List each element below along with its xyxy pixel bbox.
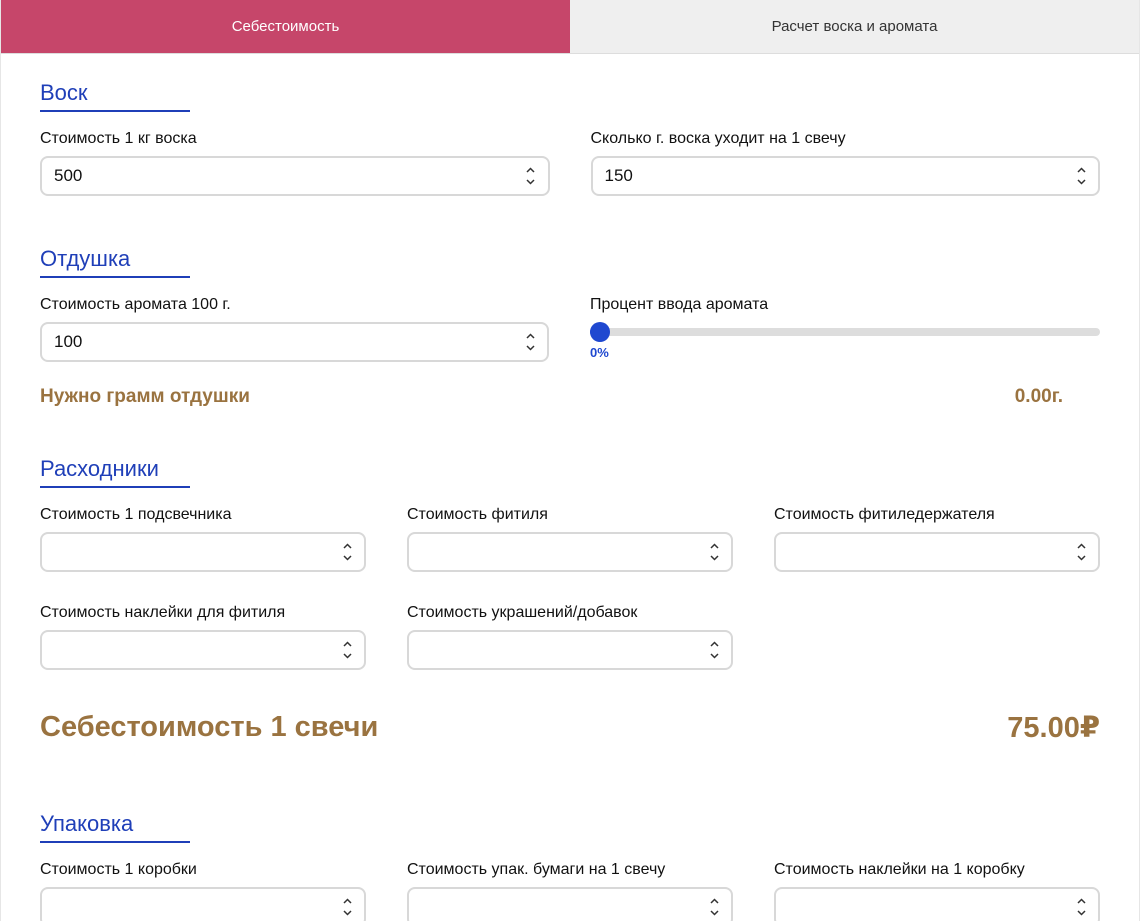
wick-holder-cost-field: Стоимость фитиледержателя xyxy=(774,506,1100,572)
slider-value-label: 0% xyxy=(590,345,609,360)
section-title-packaging: Упаковка xyxy=(40,811,190,843)
field-label: Сколько г. воска уходит на 1 свечу xyxy=(590,130,846,147)
wax-cost-field: Стоимость 1 кг воска 500 xyxy=(40,130,550,196)
result-value: 0.00г. xyxy=(1014,386,1063,407)
fragrance-percent-slider[interactable] xyxy=(590,322,1100,342)
result-value: 75.00₽ xyxy=(1007,712,1100,744)
packaging-section: Упаковка Стоимость 1 коробки Стоимость у… xyxy=(40,811,1100,921)
input-value: 500 xyxy=(54,166,83,185)
section-title-fragrance: Отдушка xyxy=(40,246,190,278)
input-value: 100 xyxy=(54,332,83,351)
consumables-row-2: Стоимость наклейки для фитиля Стоимость … xyxy=(40,604,1100,670)
fragrance-section: Отдушка Стоимость аромата 100 г. 100 Про… xyxy=(40,246,1100,408)
wax-cost-input[interactable]: 500 xyxy=(40,156,550,196)
slider-thumb[interactable] xyxy=(590,322,610,342)
chevron-up-down-icon[interactable] xyxy=(709,898,719,916)
wick-cost-field: Стоимость фитиля xyxy=(407,506,733,572)
wick-sticker-cost-input[interactable] xyxy=(40,630,366,670)
input-value: 150 xyxy=(604,166,633,185)
chevron-up-down-icon[interactable] xyxy=(1076,543,1086,561)
field-label: Стоимость 1 кг воска xyxy=(40,130,197,147)
tab-wax-fragrance-calc[interactable]: Расчет воска и аромата xyxy=(570,0,1139,53)
chevron-up-down-icon[interactable] xyxy=(1076,167,1086,185)
chevron-up-down-icon[interactable] xyxy=(342,641,352,659)
chevron-up-down-icon[interactable] xyxy=(526,167,536,185)
wick-holder-cost-input[interactable] xyxy=(774,532,1100,572)
field-label: Стоимость упак. бумаги на 1 свечу xyxy=(407,861,666,878)
wax-section: Воск Стоимость 1 кг воска 500 Сколько г.… xyxy=(40,80,1100,196)
decorations-cost-field: Стоимость украшений/добавок xyxy=(407,604,733,670)
result-label: Себестоимость 1 свечи xyxy=(40,711,379,743)
fragrance-grams-result: Нужно грамм отдушки 0.00г. xyxy=(40,386,1100,408)
chevron-up-down-icon[interactable] xyxy=(342,543,352,561)
section-title-consumables: Расходники xyxy=(40,456,190,488)
candle-cost-result: Себестоимость 1 свечи 75.00₽ xyxy=(40,710,1100,745)
box-cost-input[interactable] xyxy=(40,887,366,921)
wax-fields-row: Стоимость 1 кг воска 500 Сколько г. воск… xyxy=(40,130,1100,196)
consumables-section: Расходники Стоимость 1 подсвечника Стоим… xyxy=(40,456,1100,670)
field-label: Стоимость наклейки на 1 коробку xyxy=(774,861,1025,878)
field-label: Стоимость фитиля xyxy=(407,506,548,523)
chevron-up-down-icon[interactable] xyxy=(1076,898,1086,916)
section-title-wax: Воск xyxy=(40,80,190,112)
candleholder-cost-field: Стоимость 1 подсвечника xyxy=(40,506,366,572)
wax-grams-field: Сколько г. воска уходит на 1 свечу 150 xyxy=(590,130,1100,196)
packaging-row-1: Стоимость 1 коробки Стоимость упак. бума… xyxy=(40,861,1100,921)
fragrance-fields-row: Стоимость аромата 100 г. 100 Процент вво… xyxy=(40,296,1100,362)
field-label: Стоимость 1 коробки xyxy=(40,861,197,878)
field-label: Стоимость наклейки для фитиля xyxy=(40,604,286,621)
chevron-up-down-icon[interactable] xyxy=(525,333,535,351)
consumables-row-1: Стоимость 1 подсвечника Стоимость фитиля xyxy=(40,506,1100,572)
wrapping-paper-cost-input[interactable] xyxy=(407,887,733,921)
field-label: Стоимость аромата 100 г. xyxy=(40,296,231,313)
fragrance-cost-input[interactable]: 100 xyxy=(40,322,549,362)
fragrance-cost-field: Стоимость аромата 100 г. 100 xyxy=(40,296,549,362)
field-label: Стоимость 1 подсвечника xyxy=(40,506,232,523)
tab-bar: Себестоимость Расчет воска и аромата xyxy=(1,0,1139,54)
field-label: Процент ввода аромата xyxy=(590,296,769,313)
main-content: Воск Стоимость 1 кг воска 500 Сколько г.… xyxy=(1,80,1139,921)
wrapping-paper-cost-field: Стоимость упак. бумаги на 1 свечу xyxy=(407,861,733,921)
candleholder-cost-input[interactable] xyxy=(40,532,366,572)
field-label: Стоимость фитиледержателя xyxy=(774,506,995,523)
wick-cost-input[interactable] xyxy=(407,532,733,572)
wax-grams-input[interactable]: 150 xyxy=(590,156,1100,196)
box-sticker-cost-field: Стоимость наклейки на 1 коробку xyxy=(774,861,1100,921)
calculator-page: Себестоимость Расчет воска и аромата Вос… xyxy=(0,0,1140,921)
decorations-cost-input[interactable] xyxy=(407,630,733,670)
box-sticker-cost-input[interactable] xyxy=(774,887,1100,921)
chevron-up-down-icon[interactable] xyxy=(709,543,719,561)
tab-cost[interactable]: Себестоимость xyxy=(1,0,570,53)
chevron-up-down-icon[interactable] xyxy=(709,641,719,659)
wick-sticker-cost-field: Стоимость наклейки для фитиля xyxy=(40,604,366,670)
chevron-up-down-icon[interactable] xyxy=(342,898,352,916)
result-label: Нужно грамм отдушки xyxy=(40,386,250,407)
field-label: Стоимость украшений/добавок xyxy=(407,604,638,621)
box-cost-field: Стоимость 1 коробки xyxy=(40,861,366,921)
fragrance-percent-field: Процент ввода аромата 0% xyxy=(590,296,1100,362)
